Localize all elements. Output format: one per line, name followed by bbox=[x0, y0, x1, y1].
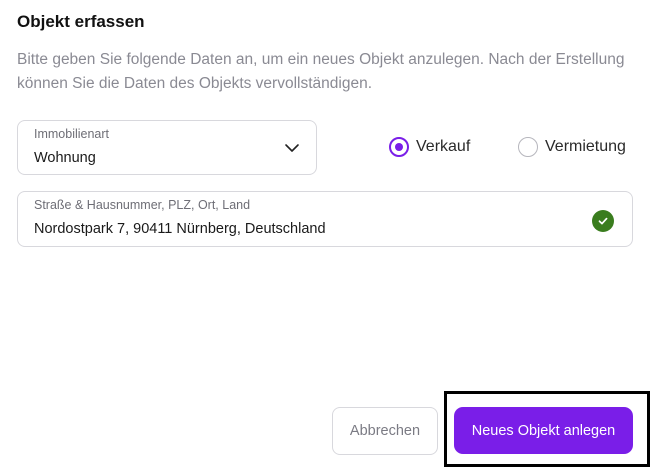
create-object-dialog: Objekt erfassen Bitte geben Sie folgende… bbox=[0, 0, 652, 476]
property-type-label: Immobilienart bbox=[34, 127, 110, 141]
radio-verkauf[interactable]: Verkauf bbox=[389, 136, 470, 158]
radio-vermietung-label: Vermietung bbox=[545, 138, 626, 155]
check-circle-icon bbox=[592, 210, 614, 232]
address-input[interactable]: Straße & Hausnummer, PLZ, Ort, Land Nord… bbox=[17, 191, 633, 247]
radio-verkauf-label: Verkauf bbox=[416, 138, 471, 155]
radio-vermietung[interactable]: Vermietung bbox=[518, 136, 626, 158]
dialog-title: Objekt erfassen bbox=[17, 12, 145, 31]
property-type-select[interactable]: Immobilienart Wohnung bbox=[17, 120, 317, 175]
address-label: Straße & Hausnummer, PLZ, Ort, Land bbox=[34, 198, 251, 212]
address-value[interactable]: Nordostpark 7, 90411 Nürnberg, Deutschla… bbox=[34, 221, 326, 237]
radio-button-unchecked[interactable] bbox=[518, 137, 538, 157]
cancel-button[interactable]: Abbrechen bbox=[332, 407, 438, 455]
chevron-down-icon bbox=[285, 144, 299, 152]
radio-button-checked[interactable] bbox=[389, 137, 409, 157]
dialog-subtitle: Bitte geben Sie folgende Daten an, um ei… bbox=[17, 51, 625, 92]
create-object-button[interactable]: Neues Objekt anlegen bbox=[454, 407, 633, 454]
property-type-value: Wohnung bbox=[34, 150, 96, 166]
